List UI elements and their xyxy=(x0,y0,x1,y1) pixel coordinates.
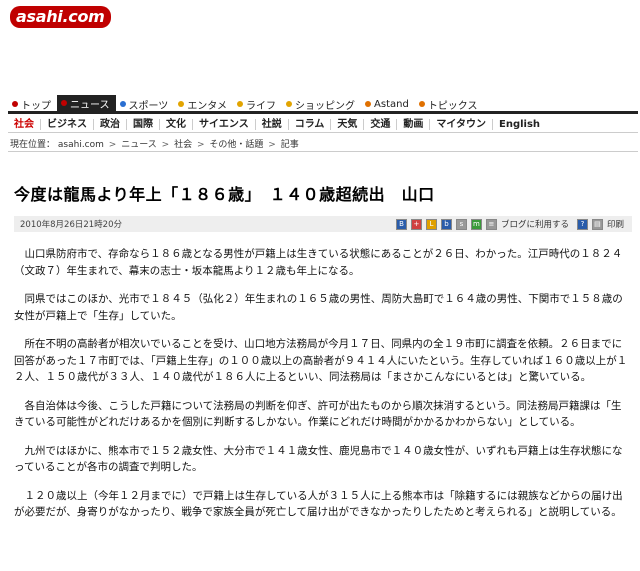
breadcrumb: 現在位置： asahi.com > ニュース > 社会 > その他・話題 > 記… xyxy=(10,137,299,150)
bullet-icon xyxy=(365,101,372,107)
article-body: 山口県防府市で、存命なら１８６歳となる男性が戸籍上は生きている状態にあることが２… xyxy=(14,246,632,533)
bullet-icon xyxy=(178,101,185,107)
secondary-nav: 社会 ビジネス 政治 国際 文化 サイエンス 社説 コラム 天気 交通 動画 マ… xyxy=(8,117,638,133)
subnav-video[interactable]: 動画 xyxy=(397,119,431,130)
bullet-icon xyxy=(286,101,293,107)
nav-item-astand[interactable]: Astand xyxy=(361,97,415,111)
bookmark-share-icon[interactable]: + xyxy=(410,218,422,230)
nav-item-topics[interactable]: トピックス xyxy=(415,97,484,112)
bullet-icon xyxy=(418,101,425,107)
nav-label: ショッピング xyxy=(295,100,356,112)
subnav-culture[interactable]: 文化 xyxy=(160,119,193,130)
subnav-international[interactable]: 国際 xyxy=(127,119,160,130)
nav-item-shopping[interactable]: ショッピング xyxy=(282,97,361,112)
breadcrumb-prefix: 現在位置： xyxy=(10,140,56,150)
nav-label: Astand xyxy=(374,98,409,110)
nav-item-life[interactable]: ライフ xyxy=(233,97,282,112)
social-share-icon[interactable]: s xyxy=(455,218,467,230)
bullet-icon xyxy=(12,101,18,107)
subnav-science[interactable]: サイエンス xyxy=(193,119,256,130)
nav-label: エンタメ xyxy=(187,100,228,112)
breadcrumb-misc-topics[interactable]: その他・話題 xyxy=(209,140,263,150)
bullet-icon xyxy=(237,101,244,107)
primary-nav: トップ ニュース スポーツ エンタメ ライフ ショッピング Astand トピッ… xyxy=(8,95,638,114)
blog-use-link[interactable]: ブログに利用する xyxy=(501,218,569,230)
livedoor-clip-icon[interactable]: L xyxy=(425,218,437,230)
blog-icon: ≡ xyxy=(485,218,497,230)
mixi-check-icon[interactable]: m xyxy=(470,218,482,230)
print-icon: ▤ xyxy=(591,218,603,230)
nav-item-top[interactable]: トップ xyxy=(8,97,57,112)
nav-label: ニュース xyxy=(70,99,110,111)
site-logo[interactable]: asahi.com xyxy=(10,6,111,28)
nav-item-entame[interactable]: エンタメ xyxy=(174,97,233,112)
breadcrumb-separator: > xyxy=(161,140,170,150)
nav-item-news[interactable]: ニュース xyxy=(57,95,116,111)
article-paragraph: 所在不明の高齢者が相次いでいることを受け、山口地方法務局が今月１７日、同県内の全… xyxy=(14,338,628,383)
help-icon[interactable]: ? xyxy=(576,218,588,230)
subnav-traffic[interactable]: 交通 xyxy=(364,119,398,130)
bullet-icon xyxy=(61,100,67,106)
subnav-mytown[interactable]: マイタウン xyxy=(430,119,494,130)
breadcrumb-society[interactable]: 社会 xyxy=(174,140,192,150)
subnav-column[interactable]: コラム xyxy=(289,119,332,130)
print-link[interactable]: 印刷 xyxy=(607,218,624,230)
subnav-weather[interactable]: 天気 xyxy=(331,119,365,130)
logo-text: asahi.com xyxy=(10,6,111,28)
subnav-english[interactable]: English xyxy=(493,119,546,130)
breadcrumb-separator: > xyxy=(268,140,276,150)
subnav-editorial[interactable]: 社説 xyxy=(256,119,289,130)
breadcrumb-news[interactable]: ニュース xyxy=(121,140,157,150)
nav-label: トピックス xyxy=(427,100,478,112)
hatena-bookmark-icon[interactable]: B xyxy=(395,218,407,230)
subnav-politics[interactable]: 政治 xyxy=(94,119,127,130)
subnav-business[interactable]: ビジネス xyxy=(41,119,94,130)
article-meta-bar: 2010年8月26日21時20分 B + L b s m ≡ ブログに利用する … xyxy=(14,216,632,232)
article-tools: B + L b s m ≡ ブログに利用する ? ▤ 印刷 xyxy=(395,218,632,230)
article-paragraph: １２０歳以上（今年１２月までに）で戸籍上は生存している人が３１５人に上る熊本市は… xyxy=(14,489,623,519)
nav-label: ライフ xyxy=(246,100,277,112)
breadcrumb-home[interactable]: asahi.com xyxy=(58,140,104,150)
article-title: 今度は龍馬より年上「１８６歳」 １４０歳超続出 山口 xyxy=(14,185,435,204)
subnav-shakai[interactable]: 社会 xyxy=(8,119,41,130)
breadcrumb-separator: > xyxy=(196,140,205,150)
article-paragraph: 山口県防府市で、存命なら１８６歳となる男性が戸籍上は生きている状態にあることが２… xyxy=(14,248,623,277)
nav-item-sports[interactable]: スポーツ xyxy=(116,97,175,112)
bullet-icon xyxy=(119,101,126,107)
breadcrumb-separator: > xyxy=(108,140,117,150)
article-paragraph: 同県ではこのほか、光市で１８４５（弘化２）年生まれの１６５歳の男性、周防大島町で… xyxy=(14,293,623,322)
nav-label: スポーツ xyxy=(128,100,169,112)
article-paragraph: 九州ではほかに、熊本市で１５２歳女性、大分市で１４１歳女性、鹿児島市で１４０歳女… xyxy=(14,444,623,474)
divider xyxy=(8,151,638,152)
buzzurl-icon[interactable]: b xyxy=(440,218,452,230)
breadcrumb-current: 記事 xyxy=(280,140,299,150)
article-paragraph: 各自治体は今後、こうした戸籍について法務局の判断を仰ぎ、許可が出たものから順次抹… xyxy=(14,399,622,429)
article-date: 2010年8月26日21時20分 xyxy=(20,220,122,230)
nav-label: トップ xyxy=(21,100,51,112)
